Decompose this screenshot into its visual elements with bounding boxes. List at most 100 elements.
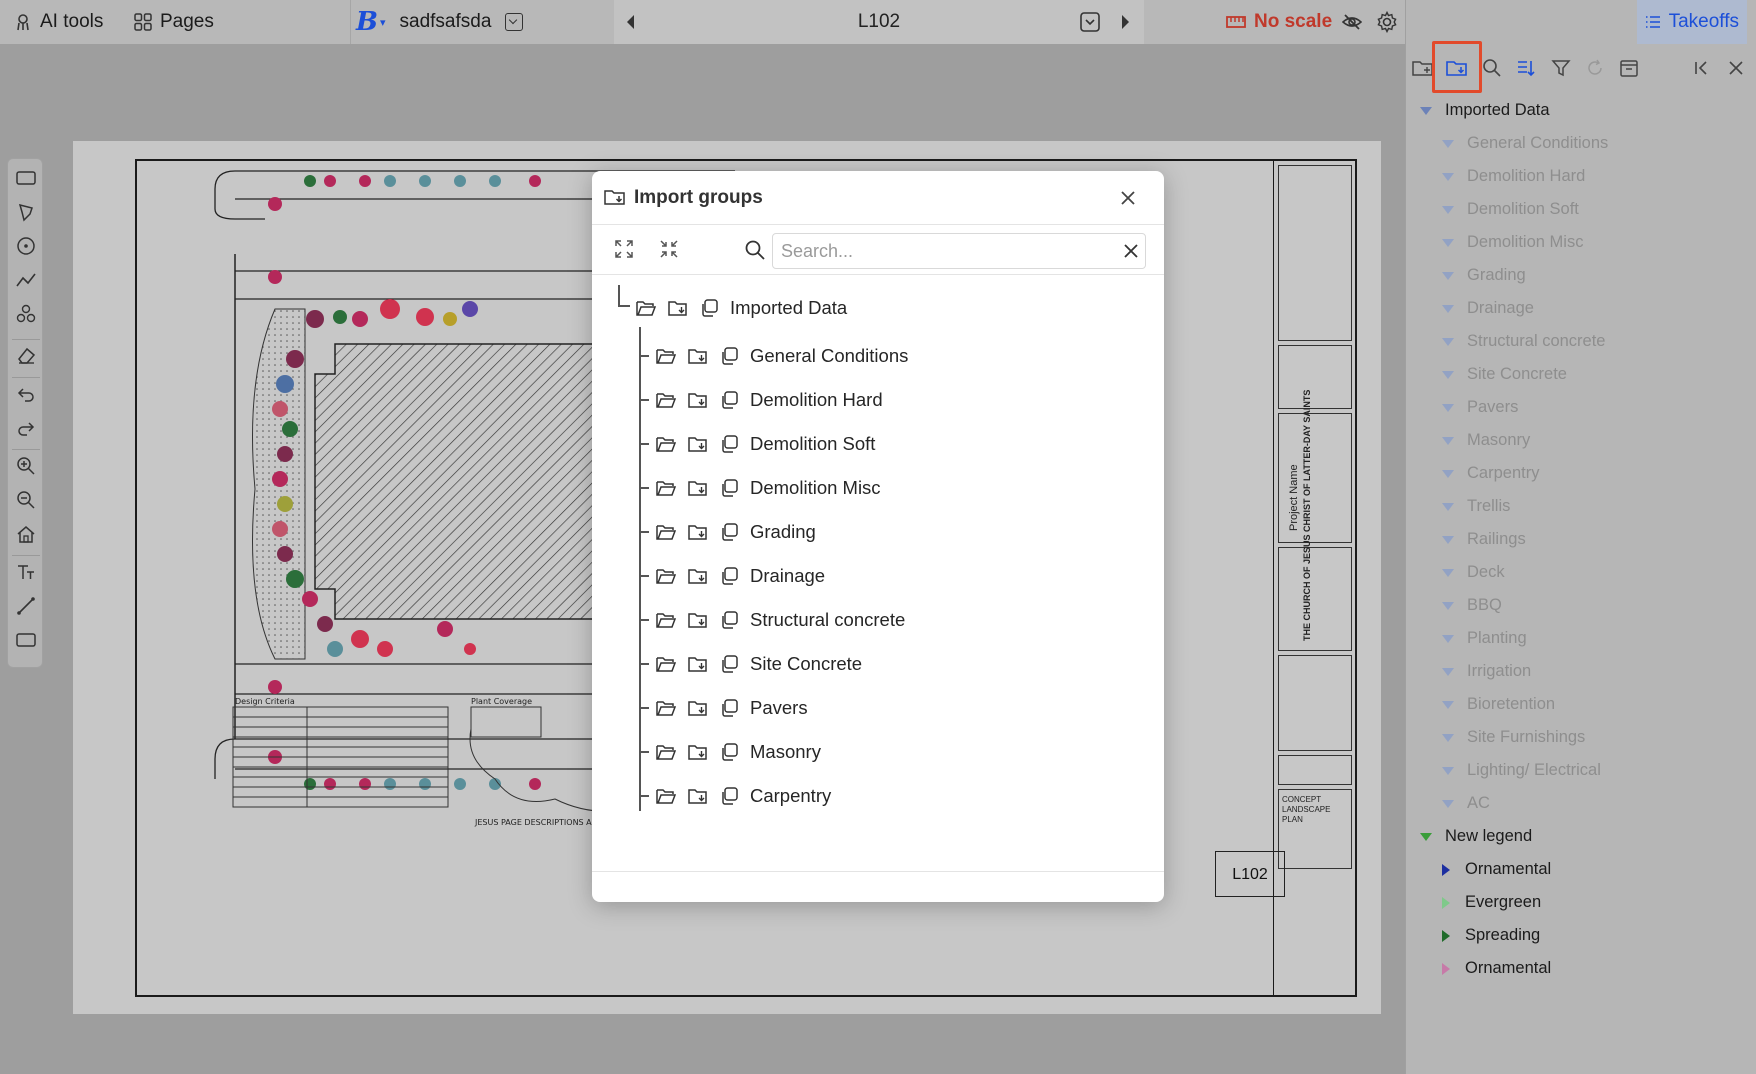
takeoff-group-item[interactable]: Ornamental	[1442, 851, 1551, 888]
folder-open-icon[interactable]	[656, 743, 676, 761]
folder-open-icon[interactable]	[656, 611, 676, 629]
sort-icon[interactable]	[1514, 56, 1538, 80]
chevron-down-icon[interactable]	[1442, 601, 1454, 610]
chevron-down-icon[interactable]	[1442, 271, 1454, 280]
tree-item[interactable]: General Conditions	[656, 337, 908, 375]
area-box-icon[interactable]	[15, 629, 37, 651]
tree-item[interactable]: Site Concrete	[656, 645, 862, 683]
zoom-in-icon[interactable]	[15, 455, 37, 477]
import-group-icon[interactable]	[688, 391, 708, 409]
copy-group-icon[interactable]	[720, 435, 738, 453]
takeoff-group-item[interactable]: AC	[1442, 785, 1490, 822]
collapse-all-icon[interactable]	[659, 239, 679, 259]
import-group-icon[interactable]	[688, 655, 708, 673]
chevron-down-icon[interactable]	[1442, 337, 1454, 346]
refresh-icon[interactable]	[1583, 56, 1607, 80]
takeoff-group-item[interactable]: Pavers	[1442, 389, 1518, 426]
takeoff-group-item[interactable]: General Conditions	[1442, 125, 1608, 162]
page-dropdown-icon[interactable]	[1080, 12, 1100, 32]
takeoff-group-item[interactable]: Evergreen	[1442, 884, 1541, 921]
folder-open-icon[interactable]	[656, 479, 676, 497]
takeoff-group-item[interactable]: Carpentry	[1442, 455, 1539, 492]
chevron-right-icon[interactable]	[1442, 929, 1450, 942]
zoom-out-icon[interactable]	[15, 489, 37, 511]
chevron-down-icon[interactable]	[1442, 700, 1454, 709]
takeoff-group-item[interactable]: Deck	[1442, 554, 1505, 591]
import-group-icon[interactable]	[688, 479, 708, 497]
takeoff-group-item[interactable]: BBQ	[1442, 587, 1502, 624]
chevron-down-icon[interactable]	[1442, 139, 1454, 148]
chevron-down-icon[interactable]	[1442, 205, 1454, 214]
close-icon[interactable]	[1724, 56, 1748, 80]
text-tool-icon[interactable]	[15, 561, 37, 583]
home-icon[interactable]	[15, 523, 37, 545]
takeoff-group-item[interactable]: Trellis	[1442, 488, 1510, 525]
eye-off-icon[interactable]	[1342, 12, 1362, 32]
pages-button[interactable]: Pages	[134, 0, 214, 44]
copy-group-icon[interactable]	[720, 743, 738, 761]
clear-search-icon[interactable]	[1123, 243, 1139, 259]
tree-item[interactable]: Masonry	[656, 733, 821, 771]
chevron-right-icon[interactable]	[1442, 896, 1450, 909]
takeoff-group-item[interactable]: Imported Data	[1420, 92, 1550, 129]
polyline-tool-icon[interactable]	[15, 269, 37, 291]
folder-open-icon[interactable]	[656, 523, 676, 541]
expand-all-icon[interactable]	[614, 239, 634, 259]
takeoff-group-item[interactable]: Demolition Soft	[1442, 191, 1579, 228]
folder-open-icon[interactable]	[656, 787, 676, 805]
polygon-tool-icon[interactable]	[15, 201, 37, 223]
import-group-icon[interactable]	[668, 299, 688, 317]
folder-open-icon[interactable]	[656, 699, 676, 717]
tree-item[interactable]: Demolition Misc	[656, 469, 881, 507]
chevron-down-icon[interactable]	[1442, 535, 1454, 544]
takeoff-group-item[interactable]: Masonry	[1442, 422, 1530, 459]
tree-item[interactable]: Demolition Soft	[656, 425, 875, 463]
chevron-down-icon[interactable]	[1442, 667, 1454, 676]
chevron-right-icon[interactable]	[1442, 863, 1450, 876]
redo-icon[interactable]	[15, 417, 37, 439]
takeoff-group-item[interactable]: Site Concrete	[1442, 356, 1567, 393]
archive-icon[interactable]	[1617, 56, 1641, 80]
takeoff-group-item[interactable]: Grading	[1442, 257, 1526, 294]
collapse-panel-icon[interactable]	[1690, 56, 1714, 80]
copy-group-icon[interactable]	[720, 479, 738, 497]
import-group-icon[interactable]	[688, 523, 708, 541]
chevron-down-icon[interactable]	[1442, 568, 1454, 577]
takeoff-group-item[interactable]: Drainage	[1442, 290, 1534, 327]
tree-item[interactable]: Carpentry	[656, 777, 831, 815]
takeoff-group-item[interactable]: Bioretention	[1442, 686, 1555, 723]
copy-group-icon[interactable]	[720, 523, 738, 541]
tree-root-item[interactable]: Imported Data	[636, 289, 847, 327]
chevron-down-icon[interactable]	[1442, 403, 1454, 412]
copy-group-icon[interactable]	[700, 299, 718, 317]
chevron-down-icon[interactable]	[1420, 832, 1432, 841]
tree-item[interactable]: Pavers	[656, 689, 808, 727]
chevron-down-icon[interactable]	[1442, 436, 1454, 445]
folder-open-icon[interactable]	[656, 347, 676, 365]
circle-tool-icon[interactable]	[15, 235, 37, 257]
search-input[interactable]	[772, 233, 1146, 269]
filter-icon[interactable]	[1549, 56, 1573, 80]
import-group-icon[interactable]	[688, 347, 708, 365]
tree-item[interactable]: Drainage	[656, 557, 825, 595]
next-page-button[interactable]	[1118, 13, 1132, 31]
takeoff-group-item[interactable]: Site Furnishings	[1442, 719, 1585, 756]
search-icon[interactable]	[1480, 56, 1504, 80]
count-tool-icon[interactable]	[15, 303, 37, 325]
gear-icon[interactable]	[1376, 11, 1398, 33]
folder-open-icon[interactable]	[656, 655, 676, 673]
chevron-down-icon[interactable]	[1442, 634, 1454, 643]
import-group-icon[interactable]	[688, 567, 708, 585]
import-group-icon[interactable]	[688, 611, 708, 629]
copy-group-icon[interactable]	[720, 611, 738, 629]
folder-open-icon[interactable]	[656, 391, 676, 409]
takeoff-group-item[interactable]: Ornamental	[1442, 950, 1551, 987]
copy-group-icon[interactable]	[720, 699, 738, 717]
chevron-down-icon[interactable]	[1420, 106, 1432, 115]
takeoff-group-item[interactable]: Railings	[1442, 521, 1526, 558]
eraser-icon[interactable]	[15, 345, 37, 367]
chevron-down-icon[interactable]	[1442, 304, 1454, 313]
import-group-icon[interactable]	[688, 743, 708, 761]
tree-item[interactable]: Grading	[656, 513, 816, 551]
takeoff-group-item[interactable]: Lighting/ Electrical	[1442, 752, 1601, 789]
